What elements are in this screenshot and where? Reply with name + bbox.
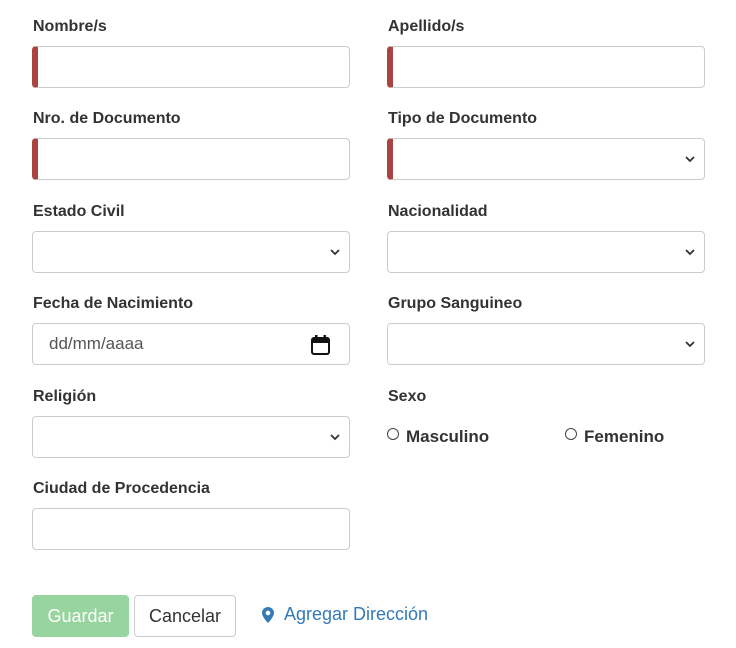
chevron-down-icon	[330, 434, 340, 441]
add-address-label: Agregar Dirección	[284, 604, 429, 624]
radio-masculino-label: Masculino	[406, 427, 490, 446]
estado-civil-label: Estado Civil	[33, 203, 125, 220]
ciudad-procedencia-label: Ciudad de Procedencia	[33, 480, 210, 497]
nro-documento-input[interactable]	[32, 138, 350, 180]
calendar-icon[interactable]	[311, 335, 330, 355]
fecha-nacimiento-label: Fecha de Nacimiento	[33, 295, 194, 312]
tipo-documento-label: Tipo de Documento	[388, 110, 538, 127]
map-marker-icon	[262, 606, 274, 623]
nombres-input[interactable]	[32, 46, 350, 88]
religion-label: Religión	[33, 388, 97, 405]
add-address-link[interactable]: Agregar Dirección	[262, 604, 428, 625]
chevron-down-icon	[685, 156, 695, 163]
radio-femenino[interactable]: Femenino	[565, 427, 664, 447]
radio-masculino[interactable]: Masculino	[387, 427, 489, 447]
tipo-documento-select[interactable]	[387, 138, 705, 180]
nacionalidad-select[interactable]	[387, 231, 705, 273]
date-placeholder: dd/mm/aaaa	[49, 334, 144, 353]
religion-select[interactable]	[32, 416, 350, 458]
chevron-down-icon	[330, 249, 340, 256]
save-button[interactable]: Guardar	[32, 595, 129, 637]
ciudad-procedencia-input[interactable]	[32, 508, 350, 550]
radio-button[interactable]	[387, 428, 399, 440]
grupo-sanguineo-select[interactable]	[387, 323, 705, 365]
apellidos-label: Apellido/s	[388, 18, 465, 35]
radio-femenino-label: Femenino	[584, 427, 665, 446]
grupo-sanguineo-label: Grupo Sanguineo	[388, 295, 523, 312]
sexo-label: Sexo	[388, 388, 427, 405]
estado-civil-select[interactable]	[32, 231, 350, 273]
chevron-down-icon	[685, 249, 695, 256]
nombres-label: Nombre/s	[33, 18, 107, 35]
nacionalidad-label: Nacionalidad	[388, 203, 488, 220]
nro-documento-label: Nro. de Documento	[33, 110, 181, 127]
cancel-button[interactable]: Cancelar	[134, 595, 236, 637]
fecha-nacimiento-input[interactable]: dd/mm/aaaa	[32, 323, 350, 365]
apellidos-input[interactable]	[387, 46, 705, 88]
radio-button[interactable]	[565, 428, 577, 440]
chevron-down-icon	[685, 341, 695, 348]
